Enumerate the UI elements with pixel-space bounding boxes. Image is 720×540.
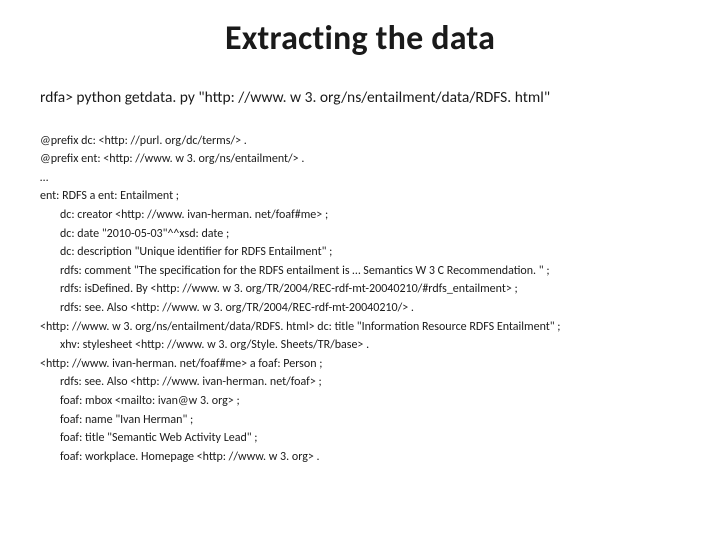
code-line: foaf: workplace. Homepage <http: //www. … — [40, 448, 680, 467]
code-output: @prefix dc: <http: //purl. org/dc/terms/… — [40, 113, 680, 466]
code-line: dc: description "Unique identifier for R… — [40, 243, 680, 262]
code-line: dc: date "2010-05-03"^^xsd: date ; — [40, 225, 680, 244]
code-line: rdfs: see. Also <http: //www. w 3. org/T… — [40, 299, 680, 318]
code-line: … — [40, 171, 48, 185]
command-line: rdfa> python getdata. py "http: //www. w… — [40, 88, 680, 107]
code-line: foaf: mbox <mailto: ivan@w 3. org> ; — [40, 392, 680, 411]
code-line: ent: RDFS a ent: Entailment ; — [40, 189, 179, 203]
code-line: rdfs: isDefined. By <http: //www. w 3. o… — [40, 280, 680, 299]
code-line: @prefix dc: <http: //purl. org/dc/terms/… — [40, 134, 247, 148]
code-line: rdfs: see. Also <http: //www. ivan-herma… — [40, 373, 680, 392]
code-line: rdfs: comment "The specification for the… — [40, 262, 680, 281]
code-line: @prefix ent: <http: //www. w 3. org/ns/e… — [40, 152, 304, 166]
code-line: foaf: title "Semantic Web Activity Lead"… — [40, 429, 680, 448]
slide-title: Extracting the data — [225, 18, 495, 59]
code-line: <http: //www. w 3. org/ns/entailment/dat… — [40, 320, 561, 334]
content-block: rdfa> python getdata. py "http: //www. w… — [40, 88, 680, 466]
title-container: Extracting the data — [197, 14, 523, 61]
code-line: dc: creator <http: //www. ivan-herman. n… — [40, 206, 680, 225]
code-line: foaf: name "Ivan Herman" ; — [40, 411, 680, 430]
code-line: <http: //www. ivan-herman. net/foaf#me> … — [40, 357, 322, 371]
code-line: xhv: stylesheet <http: //www. w 3. org/S… — [40, 336, 680, 355]
